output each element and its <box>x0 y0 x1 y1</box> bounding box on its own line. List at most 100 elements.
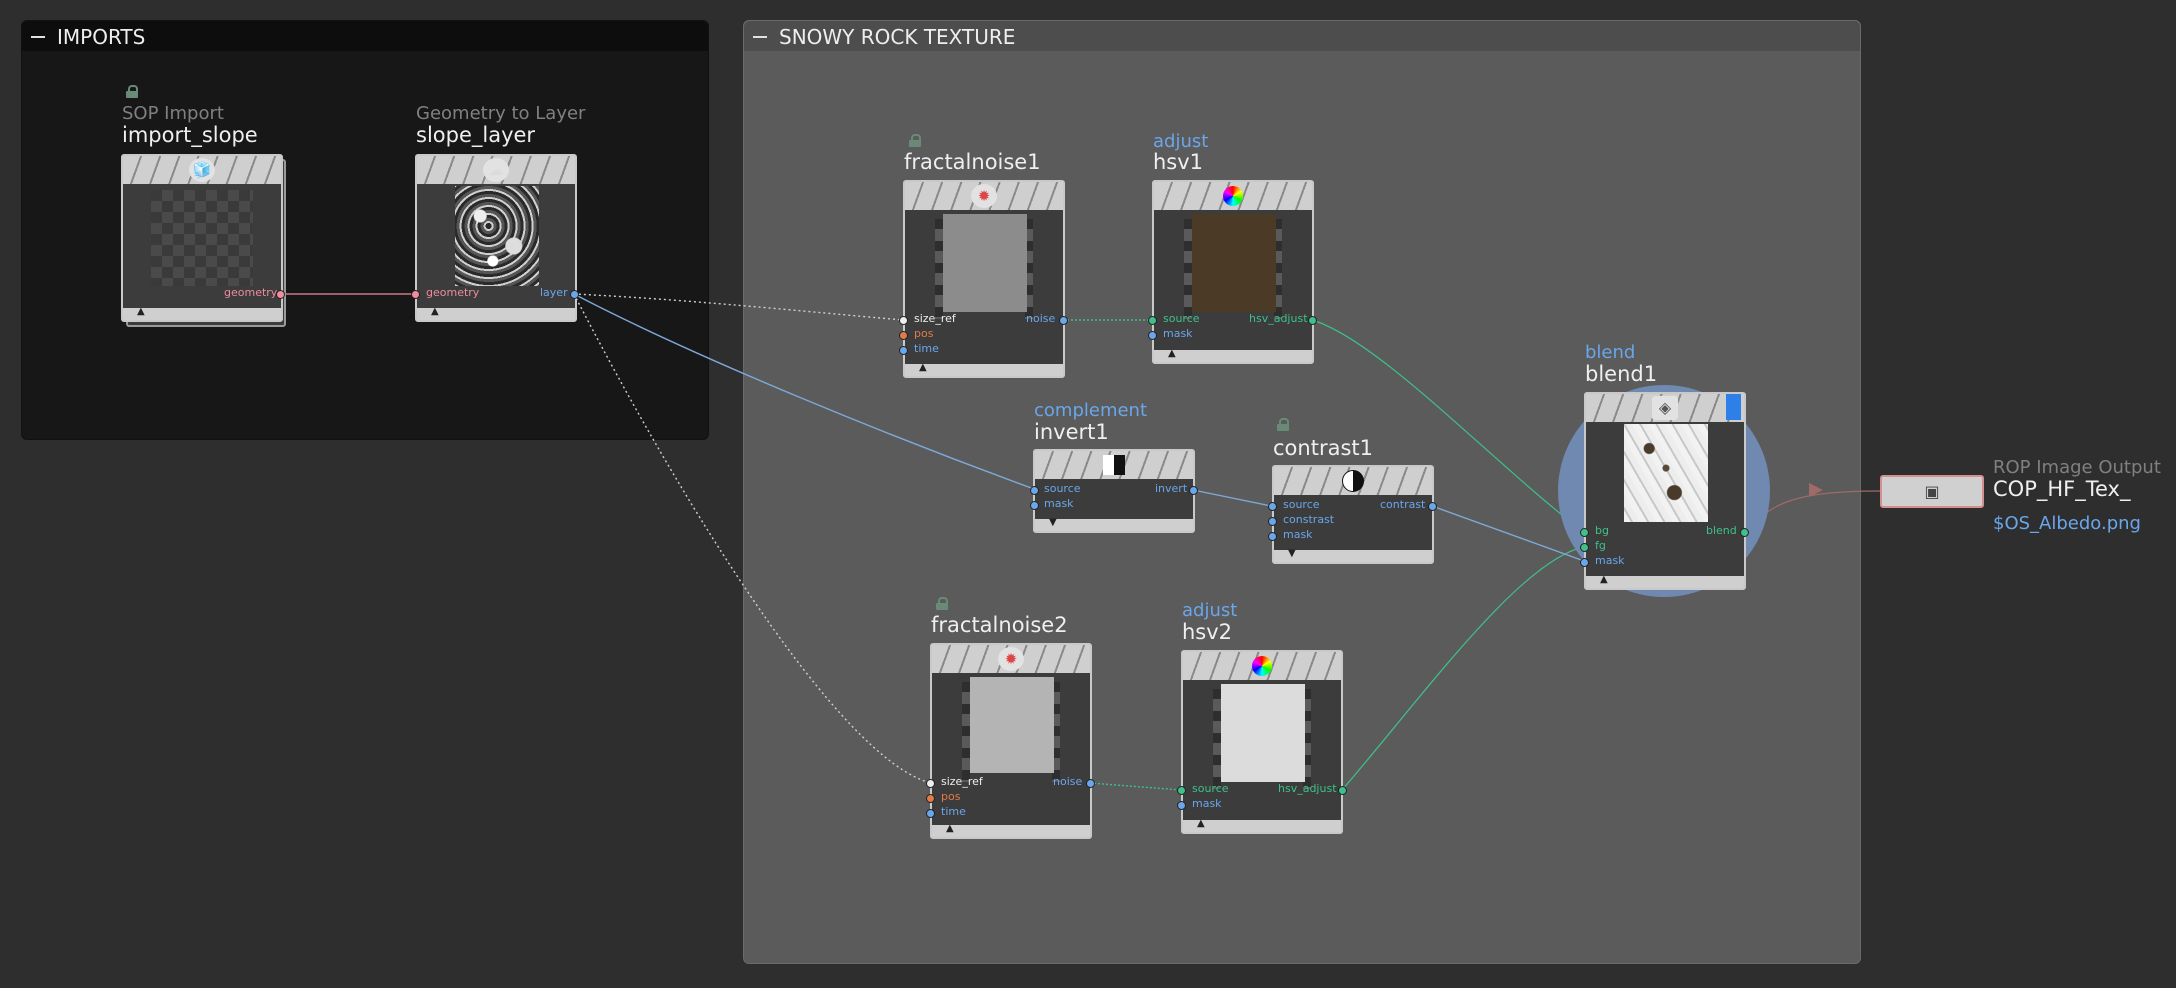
network-box-header[interactable]: SNOWY ROCK TEXTURE <box>744 21 1860 51</box>
input-port[interactable] <box>411 290 420 299</box>
input-port-label: geometry <box>426 286 480 299</box>
input-port-label: constrast <box>1283 513 1335 526</box>
network-box-title: IMPORTS <box>57 25 146 49</box>
node-name[interactable]: hsv1 <box>1153 150 1203 174</box>
input-port[interactable] <box>1177 786 1186 795</box>
output-port[interactable] <box>570 290 579 299</box>
node-name[interactable]: fractalnoise1 <box>904 150 1041 174</box>
output-port-label: layer <box>540 286 568 299</box>
output-port[interactable] <box>1740 528 1749 537</box>
invert-icon <box>1103 455 1125 475</box>
node-footer[interactable]: ▼ <box>1274 548 1432 562</box>
output-port-label: noise <box>1026 312 1056 325</box>
node-type-label: Geometry to Layer <box>416 103 586 124</box>
input-port-label: source <box>1283 498 1320 511</box>
geometry-layer-icon: ☁ <box>483 158 509 182</box>
node-name[interactable]: COP_HF_Tex_ <box>1993 477 2130 501</box>
color-wheel-icon <box>1252 656 1272 676</box>
node-tile[interactable]: ▣ <box>1880 475 1984 508</box>
input-port[interactable] <box>1268 502 1277 511</box>
input-port[interactable] <box>1268 532 1277 541</box>
node-thumbnail <box>151 190 253 286</box>
input-port[interactable] <box>1580 528 1589 537</box>
output-arrow-icon <box>1809 483 1823 497</box>
collapse-icon[interactable] <box>753 30 767 44</box>
input-port-label: mask <box>1044 497 1074 510</box>
input-port[interactable] <box>899 331 908 340</box>
sop-icon <box>126 85 138 98</box>
lock-icon[interactable] <box>1277 418 1289 431</box>
input-port[interactable] <box>1268 517 1277 526</box>
input-port-label: pos <box>941 790 961 803</box>
node-footer[interactable]: ▲ <box>932 823 1090 837</box>
output-port-label: hsv_adjust <box>1278 782 1337 795</box>
input-port-label: size_ref <box>914 312 956 325</box>
input-port-label: pos <box>914 327 934 340</box>
input-port[interactable] <box>1030 486 1039 495</box>
display-flag[interactable] <box>1726 394 1741 420</box>
noise-icon: ✹ <box>998 647 1024 671</box>
input-port-label: source <box>1163 312 1200 325</box>
input-port[interactable] <box>1177 801 1186 810</box>
node-thumbnail <box>970 677 1054 773</box>
node-thumbnail <box>943 214 1027 312</box>
input-port-label: source <box>1192 782 1229 795</box>
input-port-label: time <box>941 805 966 818</box>
node-type-label: adjust <box>1153 131 1209 152</box>
layers-icon: ◈ <box>1652 396 1678 420</box>
input-port[interactable] <box>926 794 935 803</box>
input-port[interactable] <box>1580 543 1589 552</box>
node-name[interactable]: contrast1 <box>1273 436 1373 460</box>
input-port[interactable] <box>1148 331 1157 340</box>
node-footer[interactable]: ▲ <box>1183 818 1341 832</box>
output-port[interactable] <box>276 290 285 299</box>
input-port[interactable] <box>1030 501 1039 510</box>
output-port[interactable] <box>1059 316 1068 325</box>
output-port-label: invert <box>1155 482 1188 495</box>
lock-icon[interactable] <box>936 597 948 610</box>
output-port-label: geometry <box>224 286 278 299</box>
node-name[interactable]: slope_layer <box>416 123 535 147</box>
input-port[interactable] <box>926 779 935 788</box>
node-footer[interactable]: ▲ <box>905 362 1063 376</box>
network-box-header[interactable]: IMPORTS <box>22 21 708 51</box>
input-port-label: mask <box>1595 554 1625 567</box>
input-port[interactable] <box>1148 316 1157 325</box>
input-port[interactable] <box>926 809 935 818</box>
input-port-label: fg <box>1595 539 1606 552</box>
render-icon: ▣ <box>1924 482 1940 501</box>
node-name[interactable]: import_slope <box>122 123 258 147</box>
input-port[interactable] <box>899 316 908 325</box>
node-footer[interactable]: ▲ <box>1154 348 1312 362</box>
lock-icon[interactable] <box>909 134 921 147</box>
output-port-label: noise <box>1053 775 1083 788</box>
input-port[interactable] <box>1580 558 1589 567</box>
output-port[interactable] <box>1086 779 1095 788</box>
output-port[interactable] <box>1428 502 1437 511</box>
node-footer[interactable]: ▲ <box>123 306 281 320</box>
input-port-label: mask <box>1163 327 1193 340</box>
input-port[interactable] <box>899 346 908 355</box>
output-port[interactable] <box>1308 316 1317 325</box>
input-port-label: mask <box>1192 797 1222 810</box>
color-wheel-icon <box>1223 186 1243 206</box>
node-name[interactable]: fractalnoise2 <box>931 613 1068 637</box>
node-type-label: blend <box>1585 342 1636 363</box>
output-port[interactable] <box>1338 786 1347 795</box>
collapse-icon[interactable] <box>31 30 45 44</box>
node-name[interactable]: invert1 <box>1034 420 1109 444</box>
node-name[interactable]: blend1 <box>1585 362 1657 386</box>
node-type-label: SOP Import <box>122 103 224 124</box>
node-type-label: adjust <box>1182 600 1238 621</box>
output-path[interactable]: $OS_Albedo.png <box>1993 513 2141 534</box>
node-name[interactable]: hsv2 <box>1182 620 1232 644</box>
node-footer[interactable]: ▼ <box>1035 517 1193 531</box>
node-footer[interactable]: ▲ <box>1586 574 1744 588</box>
node-thumbnail <box>1192 214 1276 312</box>
input-port-label: bg <box>1595 524 1609 537</box>
noise-icon: ✹ <box>971 184 997 208</box>
node-footer[interactable]: ▲ <box>417 306 575 320</box>
output-port-label: contrast <box>1380 498 1426 511</box>
input-port-label: time <box>914 342 939 355</box>
output-port[interactable] <box>1189 486 1198 495</box>
